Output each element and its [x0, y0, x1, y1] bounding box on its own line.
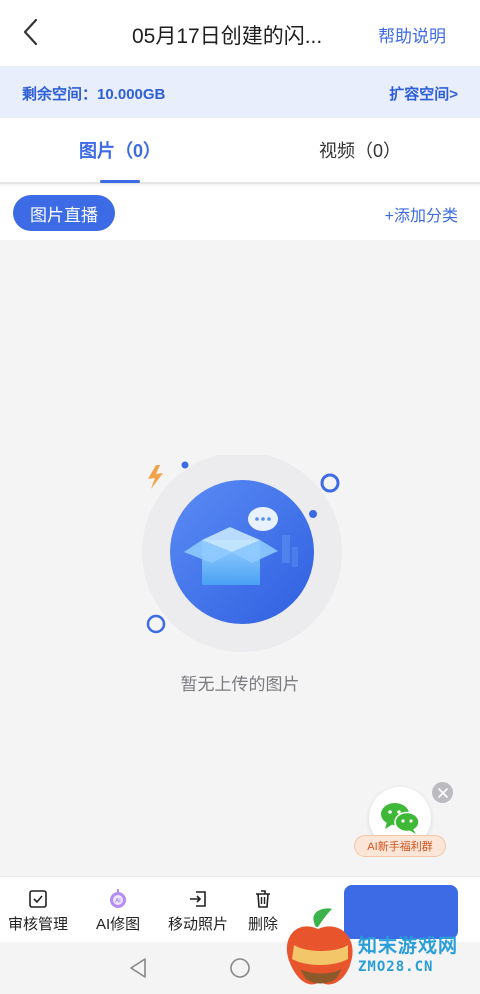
nav-back-icon[interactable]: [126, 956, 150, 980]
chevron-left-icon: [23, 18, 38, 46]
trash-icon: [256, 890, 270, 908]
back-button[interactable]: [14, 14, 46, 50]
move-icon: [190, 891, 206, 907]
page-title: 05月17日创建的闪...: [132, 25, 323, 48]
checkbox-icon: [29, 890, 47, 908]
expand-space-link[interactable]: 扩容空间>: [389, 83, 458, 104]
photo-live-button[interactable]: 图片直播: [13, 195, 115, 231]
wechat-group-label: AI新手福利群: [354, 835, 446, 857]
empty-box-icon: [142, 452, 342, 652]
svg-text:AI: AI: [115, 899, 121, 905]
delete-button[interactable]: 删除: [248, 889, 278, 934]
add-category-link[interactable]: +添加分类: [385, 202, 458, 226]
tab-videos[interactable]: 视频（0）: [240, 118, 480, 182]
move-photos-label: 移动照片: [168, 916, 229, 933]
nav-home-icon[interactable]: [228, 956, 252, 980]
move-photos-button[interactable]: 移动照片: [168, 889, 228, 934]
ai-robot-icon: AI: [110, 889, 127, 908]
watermark-title: 知末游戏网: [358, 936, 459, 957]
close-icon: [437, 787, 448, 798]
empty-state-illustration: [132, 452, 352, 655]
category-row: 图片直播 +添加分类: [0, 186, 480, 240]
media-tabs: 图片（0） 视频（0）: [0, 118, 480, 184]
tab-photos[interactable]: 图片（0）: [0, 118, 240, 182]
close-widget-button[interactable]: [432, 782, 453, 803]
empty-state-message: 暂无上传的图片: [180, 675, 300, 694]
remaining-space-label: 剩余空间：10.000GB: [22, 86, 166, 103]
ai-retouch-button[interactable]: AI AI修图: [96, 889, 140, 934]
delete-label: 删除: [248, 916, 279, 933]
watermark-logo: 知末游戏网 ZMO28.CN: [276, 905, 480, 994]
watermark-url: ZMO28.CN: [358, 959, 434, 975]
wechat-group-widget[interactable]: AI新手福利群: [352, 782, 456, 862]
review-manage-label: 审核管理: [8, 916, 69, 933]
help-link[interactable]: 帮助说明: [378, 22, 446, 47]
review-manage-button[interactable]: 审核管理: [8, 889, 68, 934]
active-tab-indicator: [100, 180, 140, 183]
apple-logo-icon: [286, 908, 353, 985]
storage-bar: 剩余空间：10.000GB 扩容空间>: [0, 66, 480, 118]
ai-retouch-label: AI修图: [96, 916, 141, 933]
top-bar: 05月17日创建的闪... 帮助说明: [0, 0, 480, 66]
